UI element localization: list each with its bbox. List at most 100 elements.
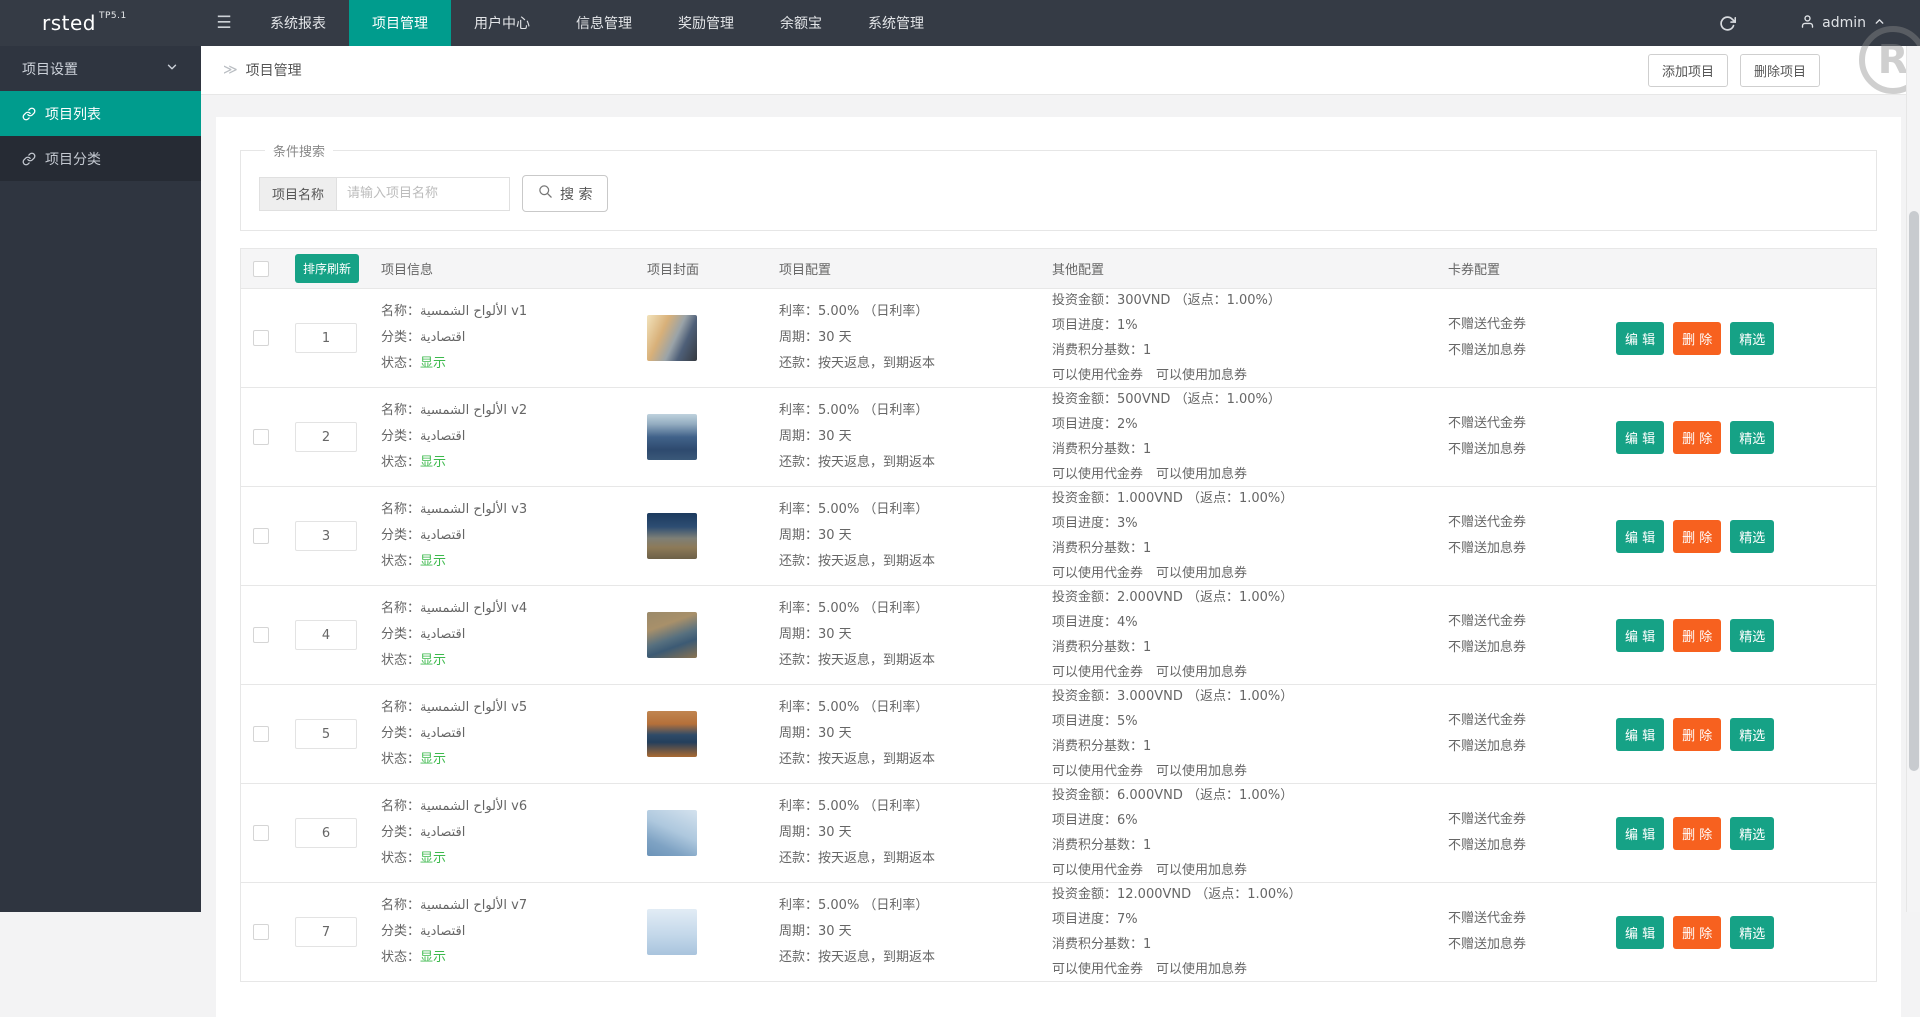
table-row: 名称：الألواح الشمسية v2 分类：اقتصادية 状态：显示 … [241,388,1876,487]
status-badge[interactable]: 显示 [420,752,446,767]
project-name-input-group: 项目名称 [259,176,511,211]
project-info-cell: 名称：الألواح الشمسية v2 分类：اقتصادية 状态：显示 [381,398,647,476]
scrollbar-thumb[interactable] [1909,211,1919,771]
nav-item-link[interactable]: 余额宝 [757,0,845,46]
detail-line: 消费积分基数：1 [1052,343,1152,358]
row-action-button[interactable]: 精选 [1730,717,1775,751]
logo-version: TP5.1 [98,11,127,21]
row-action-button[interactable]: 编 辑 [1616,816,1665,850]
detail-line: 不赠送代金券 [1448,812,1527,827]
row-checkbox[interactable] [253,429,269,445]
row-action-button[interactable]: 删 除 [1673,618,1722,652]
row-action-button[interactable]: 编 辑 [1616,915,1665,949]
row-checkbox[interactable] [253,330,269,346]
breadcrumb: ≫ 项目管理 [223,60,302,80]
category-label: 分类： [381,924,421,939]
row-action-button[interactable]: 删 除 [1673,420,1722,454]
row-action-button[interactable]: 精选 [1730,321,1775,355]
refresh-icon[interactable] [1719,15,1737,32]
nav-item-link[interactable]: 系统管理 [845,0,947,46]
sidebar-group-project-settings[interactable]: 项目设置 [0,46,201,91]
row-action-button[interactable]: 精选 [1730,618,1775,652]
detail-line: 周期：30 天 [779,429,852,444]
detail-line: 项目进度：1% [1052,318,1138,333]
sidebar-item[interactable]: 项目列表 [0,91,201,136]
nav-item-link[interactable]: 系统报表 [247,0,349,46]
detail-line: 利率：5.00% （日利率） [779,898,929,913]
project-name: الألواح الشمسية v1 [420,304,528,319]
row-action-button[interactable]: 删 除 [1673,519,1722,553]
detail-line: 不赠送代金券 [1448,713,1527,728]
project-category: اقتصادية [420,726,466,741]
detail-line: 周期：30 天 [779,528,852,543]
status-badge[interactable]: 显示 [420,851,446,866]
sort-order-input[interactable] [295,521,357,551]
sort-order-input[interactable] [295,818,357,848]
project-category: اقتصادية [420,429,466,444]
vertical-scrollbar[interactable] [1906,46,1920,912]
row-actions-cell: 编 辑删 除精选 [1616,420,1876,454]
coupon-config-cell: 不赠送代金券 不赠送加息券 [1448,510,1616,562]
table-row: 名称：الألواح الشمسية v5 分类：اقتصادية 状态：显示 … [241,685,1876,784]
search-button[interactable]: 搜 索 [522,175,609,212]
detail-line: 不赠送加息券 [1448,838,1527,853]
row-action-button[interactable]: 编 辑 [1616,321,1665,355]
nav-item-link[interactable]: 信息管理 [553,0,655,46]
chevron-down-icon [165,60,179,78]
row-action-button[interactable]: 编 辑 [1616,717,1665,751]
row-action-button[interactable]: 删 除 [1673,717,1722,751]
row-action-button[interactable]: 编 辑 [1616,420,1665,454]
name-label: 名称： [381,502,421,517]
row-action-button[interactable]: 删 除 [1673,321,1722,355]
detail-line: 可以使用代金券 可以使用加息券 [1052,764,1248,779]
row-action-button[interactable]: 精选 [1730,420,1775,454]
nav-item-link[interactable]: 奖励管理 [655,0,757,46]
status-badge[interactable]: 显示 [420,653,446,668]
row-checkbox[interactable] [253,726,269,742]
sort-order-input[interactable] [295,620,357,650]
add-project-button[interactable]: 添加项目 [1647,53,1728,87]
status-badge[interactable]: 显示 [420,356,446,371]
name-label: 名称： [381,601,421,616]
detail-line: 可以使用代金券 可以使用加息券 [1052,665,1248,680]
select-all-checkbox[interactable] [253,260,269,277]
row-action-button[interactable]: 精选 [1730,519,1775,553]
project-name-input[interactable] [336,176,511,211]
coupon-config-cell: 不赠送代金券 不赠送加息券 [1448,411,1616,463]
search-fieldset: 条件搜索 项目名称 搜 索 [240,141,1877,231]
sort-refresh-button[interactable]: 排序刷新 [295,254,360,283]
status-label: 状态： [381,653,421,668]
sidebar-item[interactable]: 项目分类 [0,136,201,181]
status-badge[interactable]: 显示 [420,950,446,965]
row-checkbox[interactable] [253,924,269,940]
row-action-button[interactable]: 删 除 [1673,816,1722,850]
delete-project-button[interactable]: 删除项目 [1739,53,1820,87]
other-config-cell: 投资金额：12.000VND （返点：1.00%） 项目进度：7% 消费积分基数：1… [1052,882,1448,982]
row-action-button[interactable]: 精选 [1730,915,1775,949]
row-action-button[interactable]: 编 辑 [1616,519,1665,553]
status-badge[interactable]: 显示 [420,554,446,569]
sort-order-input[interactable] [295,719,357,749]
status-badge[interactable]: 显示 [420,455,446,470]
row-checkbox[interactable] [253,528,269,544]
category-label: 分类： [381,330,421,345]
row-action-button[interactable]: 删 除 [1673,915,1722,949]
detail-line: 投资金额：300VND （返点：1.00%） [1052,293,1281,308]
row-action-button[interactable]: 精选 [1730,816,1775,850]
sort-order-input[interactable] [295,422,357,452]
nav-item-link[interactable]: 用户中心 [451,0,553,46]
sort-order-input[interactable] [295,917,357,947]
hamburger-menu-icon[interactable]: ☰ [201,0,247,46]
detail-line: 不赠送加息券 [1448,442,1527,457]
row-actions-cell: 编 辑删 除精选 [1616,618,1876,652]
detail-line: 消费积分基数：1 [1052,442,1152,457]
nav-item-active[interactable]: 项目管理 [349,0,451,46]
row-checkbox[interactable] [253,627,269,643]
sort-order-input[interactable] [295,323,357,353]
detail-line: 还款：按天返息，到期返本 [779,356,936,371]
user-icon [1800,14,1815,33]
status-label: 状态： [381,752,421,767]
row-action-button[interactable]: 编 辑 [1616,618,1665,652]
user-menu[interactable]: admin [1800,14,1886,33]
row-checkbox[interactable] [253,825,269,841]
